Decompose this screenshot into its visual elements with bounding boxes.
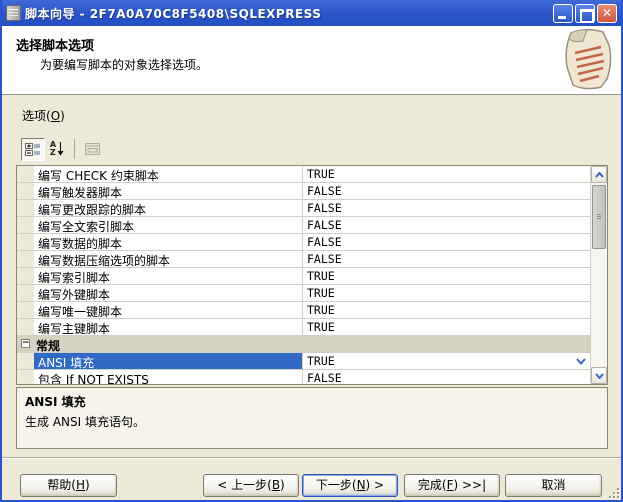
grid-category-row[interactable]: −常规: [17, 336, 590, 353]
option-name[interactable]: 编写索引脚本: [34, 268, 302, 284]
back-button[interactable]: < 上一步(B): [203, 474, 299, 497]
option-name[interactable]: 包含 If NOT EXISTS: [34, 370, 302, 384]
chevron-down-icon: [595, 373, 604, 379]
option-name[interactable]: 编写全文索引脚本: [34, 217, 302, 233]
footer-separator: [2, 457, 621, 459]
title-bar: 脚本向导 - 2F7A0A70C8F5408\SQLEXPRESS: [2, 0, 621, 26]
wizard-body: 选项(O) AZ: [2, 95, 621, 500]
row-gutter: [17, 251, 34, 267]
help-button[interactable]: 帮助(H): [20, 474, 117, 497]
collapse-icon[interactable]: −: [21, 339, 30, 348]
wizard-header: 选择脚本选项 为要编写脚本的对象选择选项。: [2, 26, 621, 95]
row-gutter: [17, 166, 34, 182]
finish-button[interactable]: 完成(F) >>|: [404, 474, 500, 497]
grid-toolbar: AZ: [21, 137, 104, 161]
property-pages-button[interactable]: [80, 138, 104, 161]
alphabetical-sort-icon: AZ: [50, 141, 64, 157]
option-value[interactable]: TRUE: [302, 353, 590, 369]
category-label: 常规: [32, 336, 64, 352]
close-button[interactable]: [597, 4, 617, 23]
maximize-button[interactable]: [575, 4, 595, 23]
grid-row[interactable]: 编写主键脚本TRUE: [17, 319, 590, 336]
vertical-scrollbar[interactable]: [590, 166, 607, 384]
grid-row[interactable]: ANSI 填充TRUE: [17, 353, 590, 370]
option-value[interactable]: FALSE: [302, 370, 590, 384]
option-value[interactable]: FALSE: [302, 217, 590, 233]
row-gutter: [17, 217, 34, 233]
option-value[interactable]: TRUE: [302, 319, 590, 335]
option-value[interactable]: TRUE: [302, 166, 590, 182]
option-name[interactable]: 编写 CHECK 约束脚本: [34, 166, 302, 182]
option-name[interactable]: 编写主键脚本: [34, 319, 302, 335]
row-gutter: [17, 285, 34, 301]
row-gutter: [17, 353, 34, 369]
grid-row[interactable]: 编写唯一键脚本TRUE: [17, 302, 590, 319]
option-name[interactable]: 编写触发器脚本: [34, 183, 302, 199]
wizard-dialog: 脚本向导 - 2F7A0A70C8F5408\SQLEXPRESS 选择脚本选项…: [0, 0, 623, 502]
option-value[interactable]: TRUE: [302, 285, 590, 301]
option-description-panel: ANSI 填充 生成 ANSI 填充语句。: [16, 387, 608, 449]
grid-row[interactable]: 编写数据压缩选项的脚本FALSE: [17, 251, 590, 268]
grid-body: 编写 CHECK 约束脚本TRUE编写触发器脚本FALSE编写更改跟踪的脚本FA…: [17, 166, 590, 384]
grid-row[interactable]: 编写 CHECK 约束脚本TRUE: [17, 166, 590, 183]
option-name[interactable]: 编写数据的脚本: [34, 234, 302, 250]
row-gutter: [17, 319, 34, 335]
grid-row[interactable]: 包含 If NOT EXISTSFALSE: [17, 370, 590, 384]
option-name[interactable]: 编写数据压缩选项的脚本: [34, 251, 302, 267]
categorized-button[interactable]: [21, 138, 45, 161]
options-label: 选项(O): [22, 107, 65, 124]
next-button[interactable]: 下一步(N) >: [302, 474, 398, 497]
resize-grip[interactable]: [607, 486, 619, 498]
option-value[interactable]: FALSE: [302, 183, 590, 199]
row-gutter: [17, 183, 34, 199]
scroll-track[interactable]: [591, 183, 607, 367]
option-value[interactable]: FALSE: [302, 251, 590, 267]
chevron-up-icon: [595, 172, 604, 178]
option-value[interactable]: FALSE: [302, 200, 590, 216]
page-subtitle: 为要编写脚本的对象选择选项。: [2, 56, 621, 73]
grid-row[interactable]: 编写更改跟踪的脚本FALSE: [17, 200, 590, 217]
grid-row[interactable]: 编写外键脚本TRUE: [17, 285, 590, 302]
options-property-grid: 编写 CHECK 约束脚本TRUE编写触发器脚本FALSE编写更改跟踪的脚本FA…: [16, 165, 608, 385]
row-gutter: [17, 200, 34, 216]
scroll-down-button[interactable]: [591, 367, 607, 384]
option-name[interactable]: 编写唯一键脚本: [34, 302, 302, 318]
script-scroll-icon: [557, 27, 615, 91]
grid-row[interactable]: 编写数据的脚本FALSE: [17, 234, 590, 251]
option-name[interactable]: ANSI 填充: [34, 353, 302, 369]
option-value[interactable]: TRUE: [302, 302, 590, 318]
categorized-icon: [25, 142, 41, 157]
window-title: 脚本向导 - 2F7A0A70C8F5408\SQLEXPRESS: [25, 5, 549, 22]
description-title: ANSI 填充: [25, 393, 599, 410]
toolbar-separator: [74, 139, 75, 159]
grid-row[interactable]: 编写全文索引脚本FALSE: [17, 217, 590, 234]
row-gutter: [17, 234, 34, 250]
option-value[interactable]: FALSE: [302, 234, 590, 250]
row-gutter: [17, 370, 34, 384]
scroll-thumb[interactable]: [592, 185, 606, 249]
property-pages-icon: [85, 143, 100, 155]
app-icon: [6, 5, 21, 21]
grid-row[interactable]: 编写触发器脚本FALSE: [17, 183, 590, 200]
page-title: 选择脚本选项: [2, 26, 621, 56]
row-gutter: [17, 268, 34, 284]
cancel-button[interactable]: 取消: [505, 474, 602, 497]
option-name[interactable]: 编写更改跟踪的脚本: [34, 200, 302, 216]
option-name[interactable]: 编写外键脚本: [34, 285, 302, 301]
description-text: 生成 ANSI 填充语句。: [25, 413, 599, 430]
option-value[interactable]: TRUE: [302, 268, 590, 284]
scroll-up-button[interactable]: [591, 166, 607, 183]
minimize-button[interactable]: [553, 4, 573, 23]
value-dropdown-icon[interactable]: [573, 354, 589, 368]
grid-row[interactable]: 编写索引脚本TRUE: [17, 268, 590, 285]
alphabetical-sort-button[interactable]: AZ: [45, 138, 69, 161]
row-gutter: [17, 302, 34, 318]
